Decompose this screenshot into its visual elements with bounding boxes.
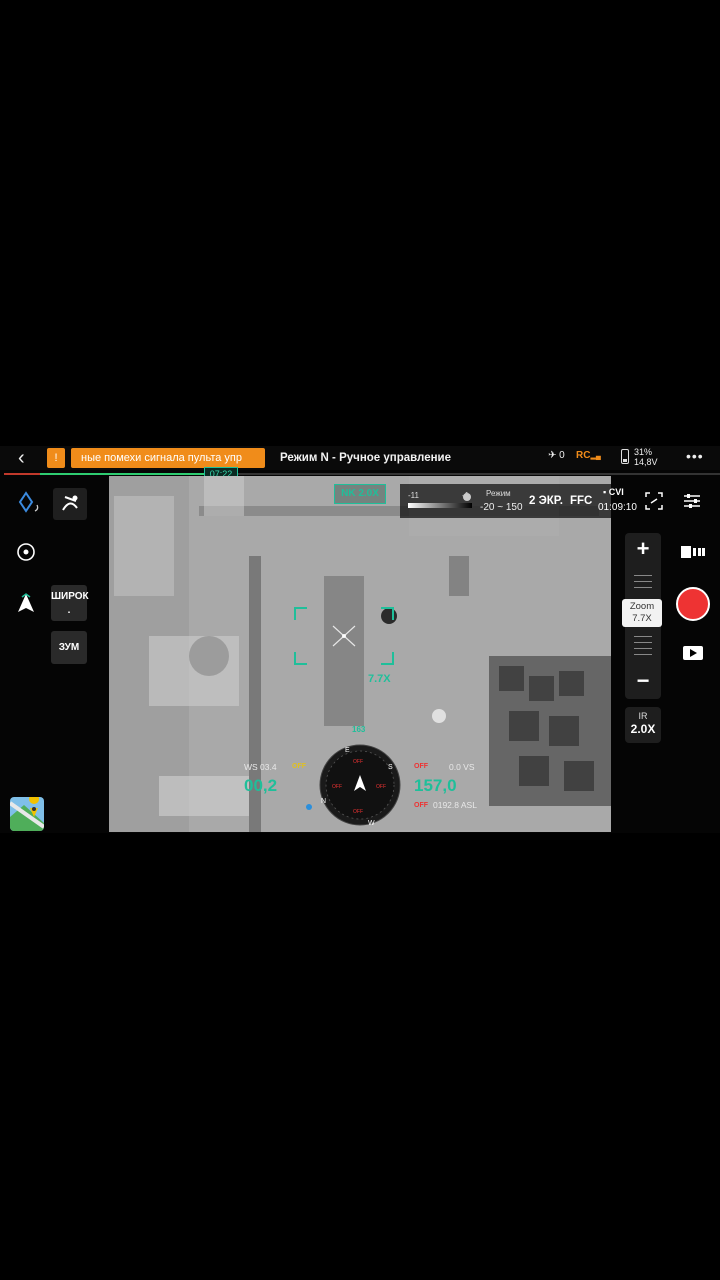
- camera-mode-icon[interactable]: [680, 544, 706, 560]
- satellite-icon: ✈: [548, 450, 557, 461]
- nk-zoom-badge[interactable]: NK 2.0X: [334, 484, 386, 504]
- heading-top: 163: [352, 725, 366, 734]
- map-thumbnail[interactable]: [10, 797, 44, 831]
- satellite-count: 0: [559, 450, 565, 461]
- wide-sub-label: .: [67, 605, 71, 616]
- zoom-slider-handle[interactable]: Zoom 7.7X: [622, 599, 662, 627]
- route-icon: [62, 495, 78, 511]
- thermal-mode-range: -20 ~ 150: [480, 502, 523, 513]
- altitude-asl: 0192.8 ASL: [433, 800, 477, 810]
- more-menu-icon[interactable]: •••: [686, 448, 704, 464]
- top-bar: ‹ ! ные помехи сигнала пульта упр Режим …: [0, 446, 720, 470]
- off-indicator-right: OFF: [414, 763, 428, 770]
- battery-voltage: 14,8V: [634, 457, 658, 467]
- ffc-button[interactable]: FFC: [570, 495, 592, 507]
- home-point-icon: [306, 804, 312, 810]
- takeoff-arrow-icon[interactable]: [15, 592, 39, 616]
- ir-label: IR: [638, 711, 648, 721]
- drone-control-app: ‹ ! ные помехи сигнала пульта упр Режим …: [0, 446, 720, 833]
- progress-fill: [4, 473, 40, 475]
- target-reticle-icon: [294, 607, 394, 665]
- compass-off-left: OFF: [332, 784, 342, 790]
- map-icon: [10, 797, 44, 831]
- back-arrow-icon[interactable]: ‹: [18, 448, 25, 468]
- thermometer-icon: [463, 493, 471, 501]
- zoom-tick: [634, 654, 652, 655]
- vertical-speed: 0.0 VS: [449, 762, 475, 772]
- compass-off-right: OFF: [376, 784, 386, 790]
- lock-icon: ▪: [603, 487, 607, 497]
- signal-bars-icon: ▂▄: [590, 453, 601, 460]
- zoom-tick: [634, 648, 652, 649]
- satellite-status: ✈ 0: [548, 450, 565, 461]
- waypoint-diamond-icon[interactable]: [17, 491, 43, 517]
- zoom-tick: [634, 587, 652, 588]
- battery-percent: 31%: [634, 447, 653, 457]
- screen-mode-button[interactable]: 2 ЭКР.: [529, 495, 563, 507]
- compass-w: W: [368, 820, 375, 827]
- compass-icon[interactable]: E S W N OFF OFF OFF OFF: [318, 743, 402, 827]
- thermal-mode-label: Режим: [486, 489, 511, 498]
- compass-off-bottom: OFF: [353, 809, 363, 815]
- battery-icon: [621, 449, 629, 464]
- altitude-value: 157,0: [414, 776, 457, 795]
- playback-icon[interactable]: [682, 645, 704, 661]
- zoom-out-button[interactable]: −: [625, 665, 661, 699]
- compass-off-top: OFF: [353, 759, 363, 765]
- rc-signal: RC▂▄: [576, 450, 601, 461]
- cvi-label: ▪ CVI: [603, 487, 624, 497]
- thermal-settings-panel[interactable]: -11 -1 Режим -20 ~ 150 2 ЭКР. FFC: [400, 484, 611, 518]
- zoom-tick: [634, 575, 652, 576]
- zoom-tick: [634, 581, 652, 582]
- ir-value: 2.0X: [630, 722, 656, 736]
- zoom-tip-value: 7.7X: [632, 613, 652, 624]
- horizontal-speed: 00,2: [244, 776, 278, 795]
- ir-zoom-button[interactable]: IR 2.0X: [625, 707, 661, 743]
- wide-camera-button[interactable]: ШИРОК .: [51, 585, 89, 621]
- rc-label: RC: [576, 450, 591, 461]
- flight-mode-label[interactable]: Режим N - Ручное управление: [280, 449, 451, 467]
- zoom-overlay-label: 7.7X: [368, 673, 391, 685]
- mission-progress-bar: [4, 473, 720, 475]
- zoom-in-button[interactable]: +: [625, 533, 661, 567]
- warning-badge[interactable]: !: [47, 448, 65, 468]
- compass-e: E: [345, 747, 350, 754]
- zoom-tick: [634, 636, 652, 637]
- progress-fill-secondary: [39, 473, 205, 475]
- wind-speed: WS 03.4: [244, 762, 277, 772]
- thermal-range-low: -11: [408, 491, 419, 500]
- settings-sliders-icon[interactable]: [682, 492, 702, 510]
- compass-n: N: [321, 798, 326, 805]
- mission-route-button[interactable]: [53, 488, 87, 520]
- cvi-text: CVI: [608, 487, 624, 497]
- thermal-gradient-bar: [408, 503, 472, 508]
- flight-clock: 01:09:10: [598, 502, 637, 513]
- compass-s: S: [388, 764, 393, 771]
- link-focus-icon[interactable]: [644, 491, 664, 511]
- warning-message[interactable]: ные помехи сигнала пульта упр: [71, 448, 265, 468]
- record-button[interactable]: [676, 587, 710, 621]
- off-indicator-left: OFF: [292, 763, 306, 770]
- wide-label: ШИРОК: [51, 591, 89, 602]
- target-lock-icon[interactable]: [15, 541, 37, 563]
- zoom-tip-label: Zoom: [629, 601, 655, 612]
- zoom-tick: [634, 642, 652, 643]
- zoom-camera-button[interactable]: ЗУМ: [51, 631, 87, 664]
